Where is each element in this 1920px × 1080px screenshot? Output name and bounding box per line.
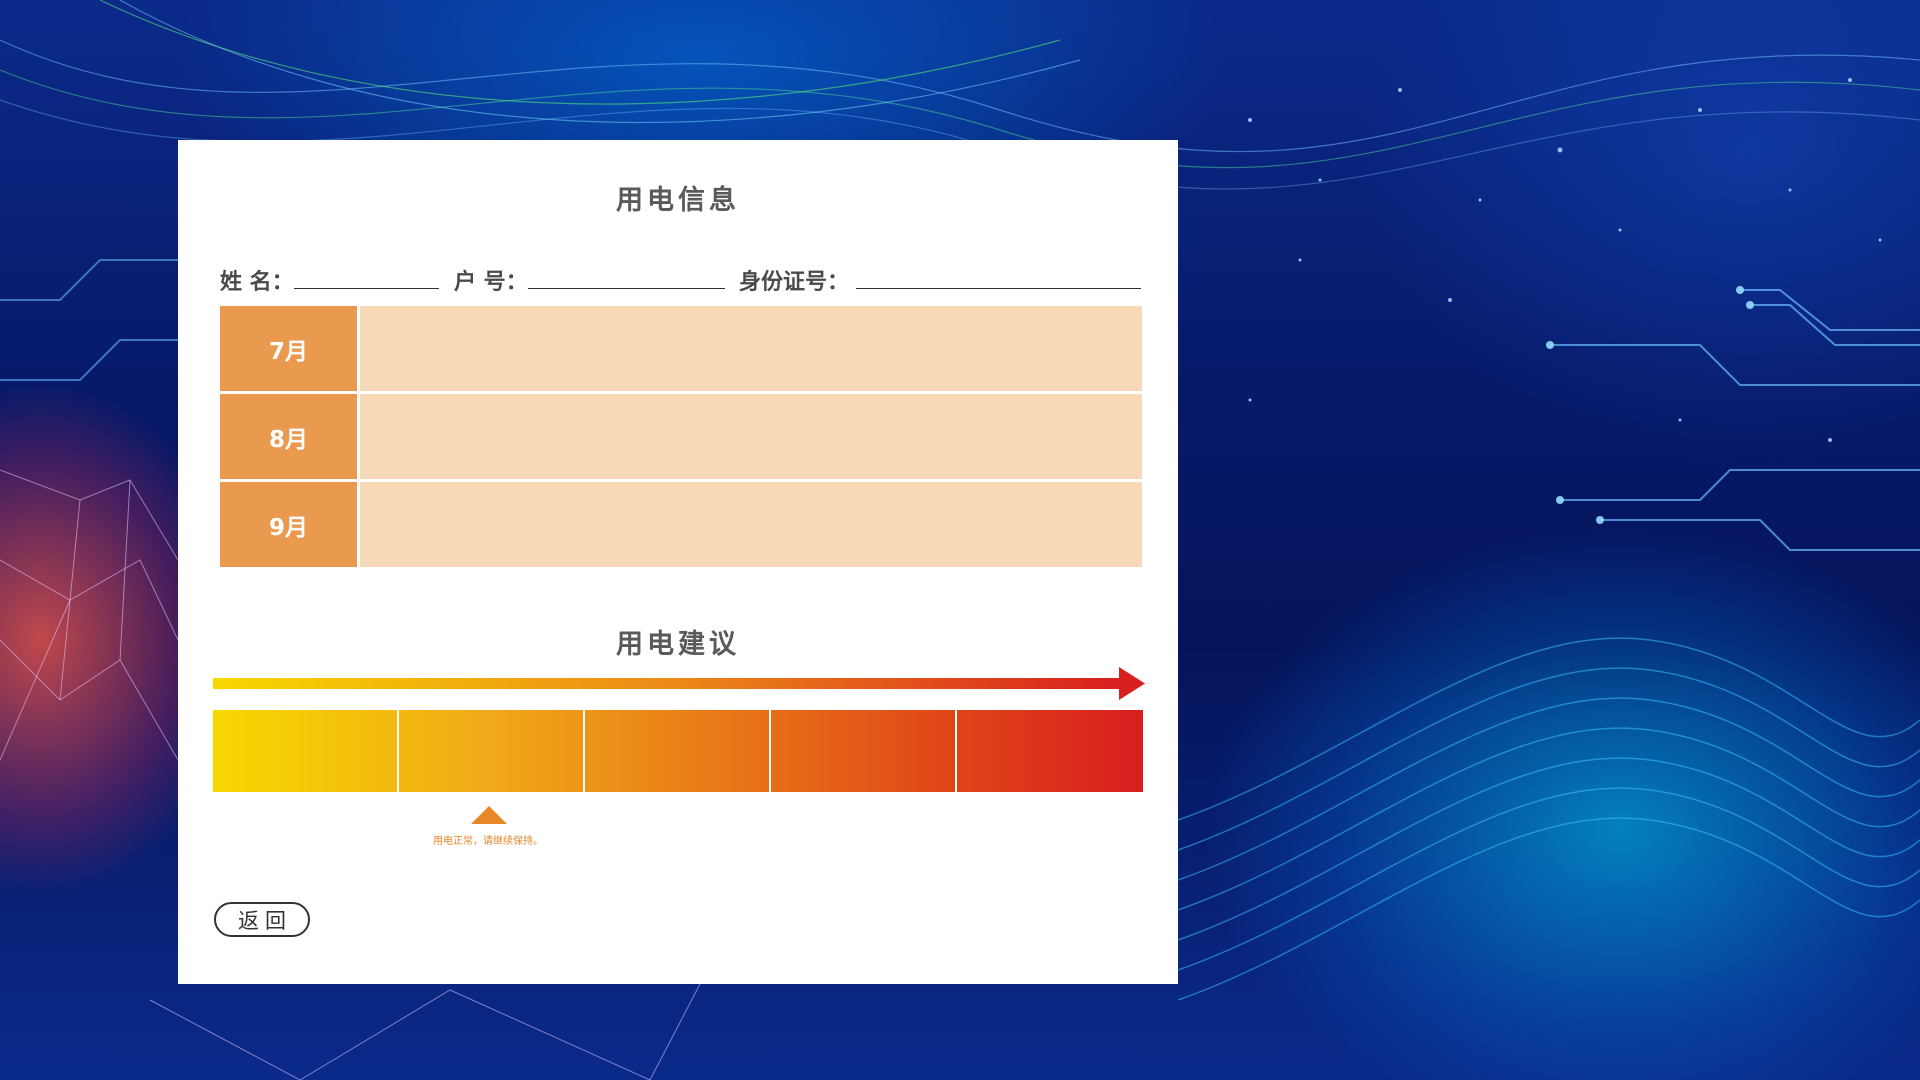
scale-divider xyxy=(397,710,399,792)
usage-info-title: 用电信息 xyxy=(616,185,740,216)
back-button[interactable]: 返回 xyxy=(214,902,310,937)
usage-level-scale xyxy=(213,710,1143,792)
scale-divider xyxy=(769,710,771,792)
id-number-label: 身份证号： xyxy=(739,270,850,295)
advice-message: 用电正常，请继续保持。 xyxy=(433,836,543,847)
month-value xyxy=(360,394,1142,479)
account-label: 户 号： xyxy=(454,270,528,295)
scale-arrow-icon xyxy=(213,667,1145,700)
id-number-field[interactable] xyxy=(856,288,1141,289)
scale-divider xyxy=(583,710,585,792)
month-label: 8月 xyxy=(220,394,357,479)
month-row-september: 9月 xyxy=(220,482,1142,567)
month-row-july: 7月 xyxy=(220,306,1142,391)
user-fields-row: 姓 名： 户 号： 身份证号： xyxy=(178,262,1178,296)
scale-divider xyxy=(955,710,957,792)
name-field[interactable] xyxy=(294,288,439,289)
month-label: 7月 xyxy=(220,306,357,391)
month-value xyxy=(360,482,1142,567)
account-field[interactable] xyxy=(528,288,725,289)
name-label: 姓 名： xyxy=(220,270,294,295)
month-value xyxy=(360,306,1142,391)
level-marker-icon xyxy=(471,806,507,824)
month-row-august: 8月 xyxy=(220,394,1142,479)
usage-advice-title: 用电建议 xyxy=(616,629,740,660)
month-label: 9月 xyxy=(220,482,357,567)
electricity-info-panel: 用电信息 姓 名： 户 号： 身份证号： 7月 8月 9月 用电建议 用电正常，… xyxy=(178,140,1178,984)
